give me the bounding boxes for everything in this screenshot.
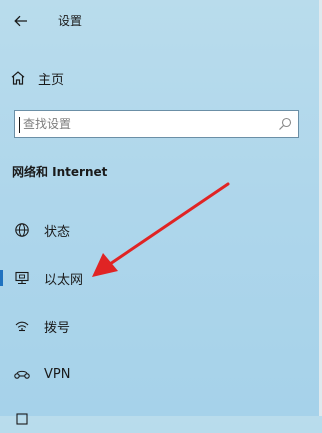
nav-item-ethernet[interactable]: 以太网	[0, 263, 300, 293]
ethernet-icon	[15, 271, 29, 285]
search-button[interactable]	[272, 111, 298, 137]
dialup-icon	[15, 321, 29, 332]
nav-item-status[interactable]: 状态	[0, 215, 300, 245]
selection-indicator	[0, 270, 3, 286]
search-icon	[279, 117, 292, 130]
search-box[interactable]	[14, 110, 299, 138]
section-title: 网络和 Internet	[12, 165, 108, 179]
annotation-arrow	[92, 182, 230, 277]
nav-label-dialup: 拨号	[44, 320, 71, 336]
text-caret	[19, 117, 20, 133]
home-nav-item[interactable]: 主页	[10, 66, 64, 90]
nav-label-vpn: VPN	[44, 366, 71, 382]
vpn-icon	[14, 370, 30, 379]
partial-nav-icon	[16, 413, 28, 425]
nav-item-partial[interactable]	[0, 403, 300, 433]
home-label: 主页	[38, 72, 65, 88]
globe-icon	[15, 223, 29, 237]
search-input[interactable]	[15, 112, 272, 136]
window-title: 设置	[58, 14, 83, 28]
nav-label-status: 状态	[44, 224, 71, 240]
nav-label-ethernet: 以太网	[44, 272, 84, 288]
back-arrow-icon	[14, 15, 27, 27]
nav-item-dialup[interactable]: 拨号	[0, 311, 300, 341]
nav-item-vpn[interactable]: VPN	[0, 359, 300, 389]
title-bar: 设置	[0, 0, 322, 42]
home-icon	[11, 71, 25, 85]
back-button[interactable]	[8, 9, 34, 33]
